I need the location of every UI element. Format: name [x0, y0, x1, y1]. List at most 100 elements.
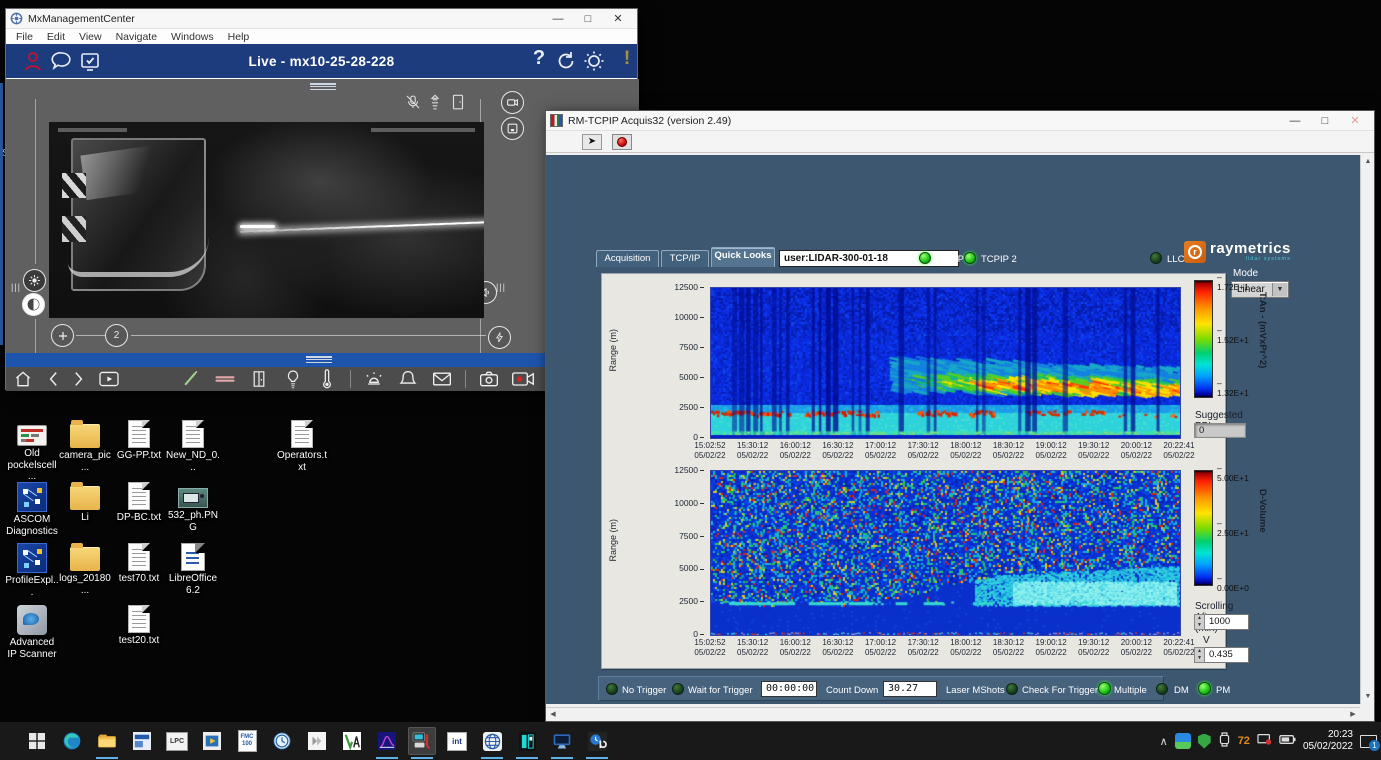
taskbar-instrument-app-icon[interactable] [514, 728, 540, 754]
mxmc-minimize-button[interactable]: — [543, 10, 573, 28]
desktop-icon-logs-20180-[interactable]: logs_20180... [58, 543, 112, 596]
taskbar-explorer-icon[interactable] [94, 728, 120, 754]
drag-grip-icon[interactable] [306, 356, 332, 363]
clock[interactable]: 20:23 05/02/2022 [1303, 729, 1353, 754]
hydrant-icon[interactable] [426, 93, 444, 116]
spin-up-icon[interactable]: ▲ [1195, 615, 1204, 622]
taskbar-app-blue-icon[interactable] [129, 728, 155, 754]
suggested-pbl-field[interactable]: 0 [1194, 423, 1246, 438]
tray-chevron-icon[interactable]: ∧ [1160, 735, 1168, 748]
door-icon[interactable] [247, 369, 271, 389]
camera-live-image[interactable] [49, 122, 484, 318]
left-rail-handle[interactable]: ||| [11, 274, 21, 300]
bell-icon[interactable] [396, 369, 420, 389]
menu-file[interactable]: File [16, 31, 33, 43]
rm-maximize-button[interactable]: □ [1310, 112, 1340, 130]
scrolling-after-spinner[interactable]: ▲▼ 1000 [1194, 614, 1249, 630]
scroll-up-icon[interactable]: ▲ [1361, 155, 1375, 169]
laser-pointer-icon[interactable] [179, 369, 203, 389]
desktop-icon-operators-txt[interactable]: Operators.txt [275, 420, 329, 473]
v-spinner[interactable]: ▲▼ 0.435 [1194, 647, 1249, 663]
camera-switch-icon[interactable] [501, 91, 524, 114]
desktop-icon-532-ph-png[interactable]: 532_ph.PNG [166, 482, 220, 533]
forward-icon[interactable] [71, 369, 87, 389]
desktop-icon-camera-pic-[interactable]: camera_pic... [58, 420, 112, 473]
lightbulb-icon[interactable] [281, 369, 305, 389]
taskbar-arrows-app-icon[interactable] [304, 728, 330, 754]
zoom-plus-icon[interactable] [51, 324, 74, 347]
brightness-icon[interactable] [23, 269, 46, 292]
desktop-icon-test20-txt[interactable]: test20.txt [112, 605, 166, 647]
desktop-icon-new-nd-0-[interactable]: New_ND_0... [166, 420, 220, 473]
tab-quick-looks[interactable]: Quick Looks [711, 247, 775, 267]
spin-down-icon[interactable]: ▼ [1195, 622, 1204, 629]
rm-titlebar[interactable]: RM-TCPIP Acquis32 (version 2.49) — □ ✕ [546, 111, 1374, 131]
beacon-icon[interactable] [362, 369, 386, 389]
tab-tcpip[interactable]: TCP/IP [661, 250, 709, 267]
taskbar-start-button[interactable] [24, 728, 50, 754]
envelope-icon[interactable] [430, 369, 454, 389]
action-center-icon[interactable]: 1 [1360, 735, 1377, 748]
desktop-icon-ascom-diagnostics[interactable]: ASCOM Diagnostics [5, 482, 59, 537]
mxmc-titlebar[interactable]: MxManagementCenter — □ ✕ [6, 9, 637, 29]
desktop-icon-dp-bc-txt[interactable]: DP-BC.txt [112, 482, 166, 524]
run-arrow-button[interactable]: ➤ [582, 134, 602, 150]
menu-view[interactable]: View [79, 31, 102, 43]
chart1-heatmap[interactable] [710, 287, 1181, 439]
back-icon[interactable] [45, 369, 61, 389]
device-watch-icon[interactable] [1218, 732, 1231, 750]
desktop-icon-old-pockelscell-[interactable]: Old pockelscell ... [5, 420, 59, 483]
rm-minimize-button[interactable]: — [1280, 112, 1310, 130]
scrolling-after-value[interactable]: 1000 [1205, 614, 1249, 630]
home-icon[interactable] [11, 369, 35, 389]
zoom-rail-left[interactable] [35, 99, 36, 264]
vertical-scrollbar[interactable]: ▲ ▼ [1360, 155, 1374, 704]
horizontal-scrollbar[interactable]: ◀ ▶ [546, 707, 1360, 721]
camera-view-icon[interactable] [501, 117, 524, 140]
chart2-heatmap[interactable] [710, 470, 1181, 636]
tab-acquisition[interactable]: Acquisition [596, 250, 659, 267]
menu-navigate[interactable]: Navigate [116, 31, 157, 43]
playback-icon[interactable] [97, 369, 121, 389]
mxmc-maximize-button[interactable]: □ [573, 10, 603, 28]
mxmc-close-button[interactable]: ✕ [603, 10, 633, 28]
user-id-field[interactable] [779, 250, 959, 267]
abort-button[interactable] [612, 134, 632, 150]
right-rail-handle[interactable]: ||| [496, 274, 506, 300]
tray-number-badge[interactable]: 72 [1238, 735, 1250, 747]
taskbar-globe-app-icon[interactable] [479, 728, 505, 754]
thermometer-icon[interactable] [315, 369, 339, 389]
wait-time-field[interactable]: 00:00:00 [761, 681, 817, 697]
taskbar-plot-app-icon[interactable] [374, 728, 400, 754]
taskbar-edge-icon[interactable] [59, 728, 85, 754]
taskbar-fmc100-icon[interactable]: FMC100 [234, 728, 260, 754]
taskbar-media-player-icon[interactable] [199, 728, 225, 754]
desktop-icon-li[interactable]: Li [58, 482, 112, 524]
display-notification-icon[interactable] [1257, 733, 1272, 749]
menu-windows[interactable]: Windows [171, 31, 214, 43]
mic-off-icon[interactable] [404, 93, 422, 116]
battery-icon[interactable] [1279, 734, 1296, 748]
spin-up-icon[interactable]: ▲ [1195, 648, 1204, 655]
scroll-right-icon[interactable]: ▶ [1346, 708, 1360, 722]
desktop-icon-libreoffice-6-2[interactable]: LibreOffice 6.2 [166, 543, 220, 596]
record-video-icon[interactable] [511, 369, 535, 389]
desktop-icon-test70-txt[interactable]: test70.txt [112, 543, 166, 585]
help-icon[interactable]: ? [527, 47, 551, 71]
desktop-icon-profileexpl-[interactable]: ProfileExpl... [5, 543, 59, 598]
dropdown-arrow-icon[interactable]: ▼ [1272, 283, 1287, 296]
taskbar-clockb-app-icon[interactable] [584, 728, 610, 754]
taskbar-v-app-icon[interactable] [339, 728, 365, 754]
snapshot-camera-icon[interactable] [477, 369, 501, 389]
drag-grip-icon[interactable] [310, 83, 336, 90]
refresh-icon[interactable] [554, 49, 578, 73]
taskbar-clock-app-icon[interactable] [269, 728, 295, 754]
desktop-icon-gg-pp-txt[interactable]: GG-PP.txt [112, 420, 166, 462]
scroll-left-icon[interactable]: ◀ [546, 708, 560, 722]
spin-down-icon[interactable]: ▼ [1195, 655, 1204, 662]
taskbar-monitor-app-icon[interactable] [549, 728, 575, 754]
taskbar-rm-tcpip-app-icon[interactable] [409, 728, 435, 754]
security-shield-icon[interactable] [1198, 734, 1211, 749]
v-value[interactable]: 0.435 [1205, 647, 1249, 663]
gear-icon[interactable] [582, 49, 606, 73]
